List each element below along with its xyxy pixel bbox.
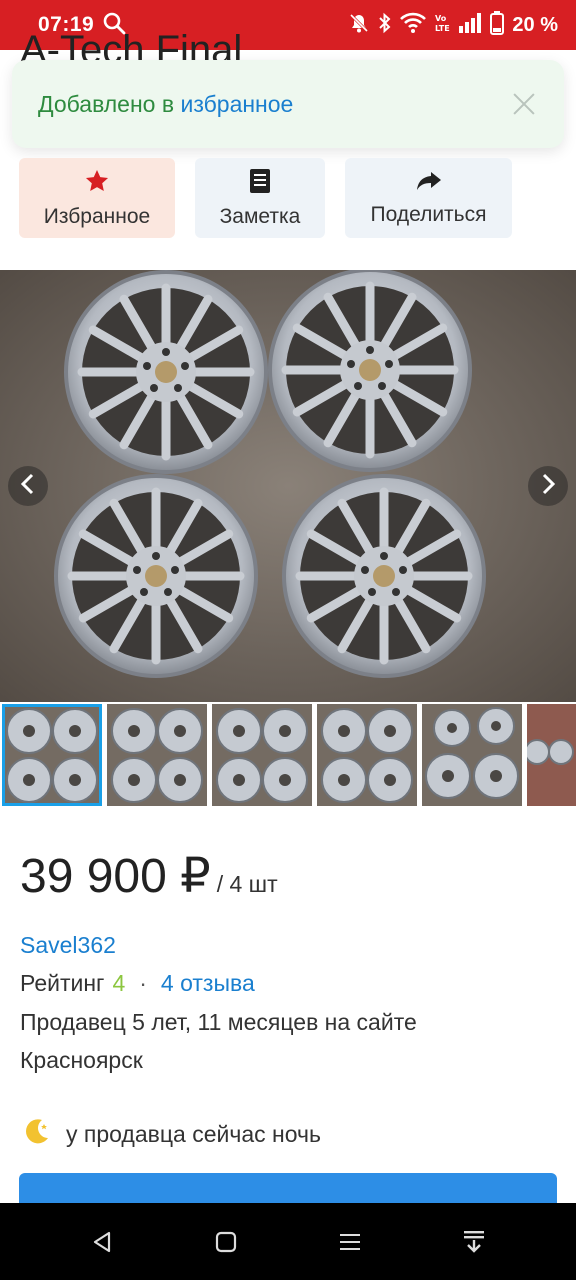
signal-icon <box>458 12 482 39</box>
rating-value: 4 <box>112 970 126 996</box>
thumbnail-2[interactable] <box>107 704 207 806</box>
seller-city: Красноярск <box>20 1047 143 1073</box>
action-buttons: Избранное Заметка Поделиться <box>19 158 512 238</box>
favorite-label: Избранное <box>43 204 151 228</box>
night-notice-text: у продавца сейчас ночь <box>66 1120 321 1147</box>
thumbnail-3[interactable] <box>212 704 312 806</box>
share-button[interactable]: Поделиться <box>345 158 512 238</box>
battery-icon <box>490 10 505 40</box>
note-label: Заметка <box>219 204 301 228</box>
home-icon[interactable] <box>206 1222 246 1262</box>
svg-text:Vo: Vo <box>435 14 447 23</box>
close-icon[interactable] <box>510 90 538 118</box>
mute-icon <box>348 12 370 39</box>
system-navigation-bar <box>0 1203 576 1280</box>
toast-favorites-link[interactable]: избранное <box>180 91 293 117</box>
chevron-right-icon <box>540 473 556 500</box>
toast-message: Добавлено в избранное <box>38 91 293 118</box>
rating-separator: · <box>139 970 147 996</box>
seller-night-notice: у продавца сейчас ночь <box>22 1116 321 1152</box>
thumbnail-strip <box>0 704 576 810</box>
hide-keyboard-icon[interactable] <box>454 1222 494 1262</box>
thumbnail-6[interactable] <box>527 704 576 806</box>
recents-icon[interactable] <box>330 1222 370 1262</box>
volte-icon: Vo LTE <box>434 12 450 39</box>
wifi-icon <box>400 12 427 39</box>
bluetooth-icon <box>378 12 392 39</box>
favorite-button[interactable]: Избранное <box>19 158 175 238</box>
added-to-favorites-toast: Добавлено в избранное <box>12 60 564 148</box>
battery-percent: 20 % <box>512 13 558 36</box>
rating-label: Рейтинг <box>20 970 105 996</box>
main-photo[interactable] <box>0 270 576 702</box>
thumbnail-4[interactable] <box>317 704 417 806</box>
price: 39 900 ₽ <box>20 850 211 903</box>
price-row: 39 900 ₽ / 4 шт <box>20 848 278 904</box>
wheels-photo-image <box>0 270 576 702</box>
note-icon <box>249 168 271 199</box>
price-unit: / 4 шт <box>216 871 278 897</box>
seller-rating-row: Рейтинг 4 · 4 отзыва <box>20 970 255 997</box>
seller-name-link[interactable]: Savel362 <box>20 932 116 959</box>
thumbnail-1[interactable] <box>2 704 102 806</box>
share-label: Поделиться <box>370 202 487 226</box>
note-button[interactable]: Заметка <box>195 158 325 238</box>
svg-text:LTE: LTE <box>435 24 450 33</box>
share-icon <box>416 170 442 197</box>
seller-since: Продавец 5 лет, 11 месяцев на сайте <box>20 1009 417 1035</box>
star-icon <box>84 168 110 199</box>
reviews-link[interactable]: 4 отзыва <box>161 970 255 997</box>
next-photo-button[interactable] <box>528 466 568 506</box>
toast-prefix: Добавлено в <box>38 90 181 117</box>
back-icon[interactable] <box>82 1222 122 1262</box>
chevron-left-icon <box>20 473 36 500</box>
moon-icon <box>22 1116 52 1152</box>
previous-photo-button[interactable] <box>8 466 48 506</box>
thumbnail-5[interactable] <box>422 704 522 806</box>
